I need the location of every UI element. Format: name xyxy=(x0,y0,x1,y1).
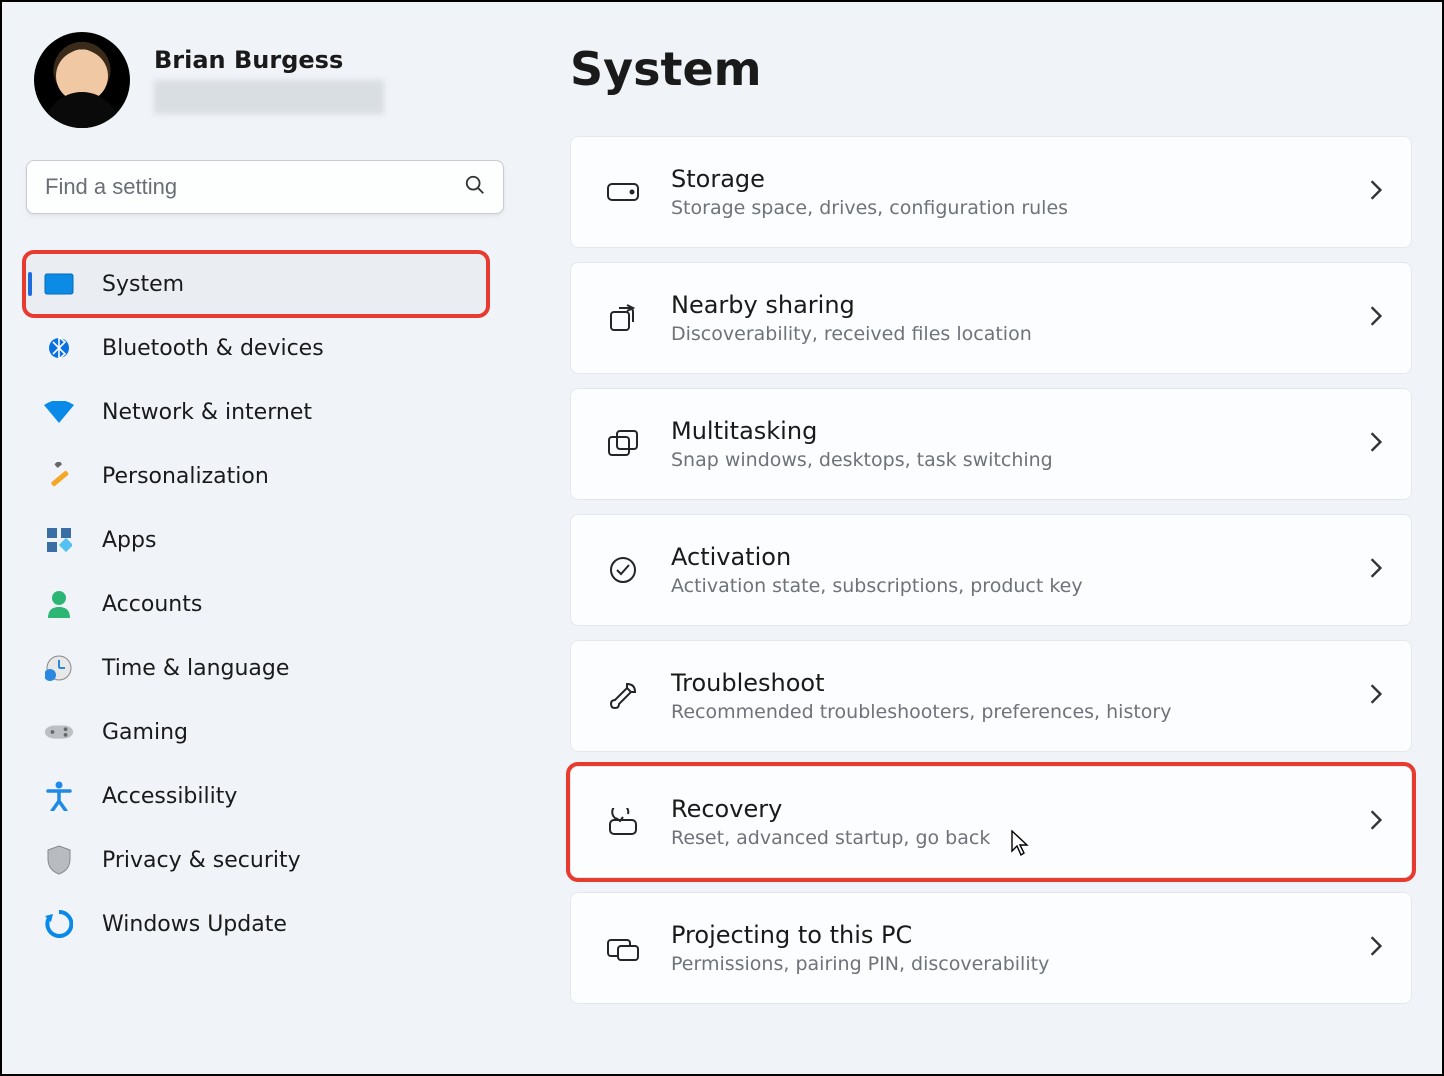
card-subtitle: Discoverability, received files location xyxy=(671,323,1339,345)
card-body: Activation Activation state, subscription… xyxy=(671,543,1339,597)
card-body: Troubleshoot Recommended troubleshooters,… xyxy=(671,669,1339,723)
personalize-icon xyxy=(44,461,74,491)
chevron-right-icon xyxy=(1369,557,1383,583)
sidebar-item-update[interactable]: Windows Update xyxy=(26,894,486,954)
sidebar-item-label: Accessibility xyxy=(102,784,237,809)
card-body: Projecting to this PC Permissions, pairin… xyxy=(671,921,1339,975)
card-nearby-sharing[interactable]: Nearby sharing Discoverability, received … xyxy=(570,262,1412,374)
avatar xyxy=(34,32,130,128)
sidebar-item-label: Bluetooth & devices xyxy=(102,336,324,361)
sidebar-item-label: Apps xyxy=(102,528,156,553)
sidebar-item-label: Privacy & security xyxy=(102,848,301,873)
sidebar-item-gaming[interactable]: Gaming xyxy=(26,702,486,762)
search-input[interactable] xyxy=(26,160,504,214)
page-title: System xyxy=(570,42,1412,96)
card-title: Nearby sharing xyxy=(671,291,1339,319)
chevron-right-icon xyxy=(1369,179,1383,205)
profile-name: Brian Burgess xyxy=(154,46,384,74)
card-activation[interactable]: Activation Activation state, subscription… xyxy=(570,514,1412,626)
card-troubleshoot[interactable]: Troubleshoot Recommended troubleshooters,… xyxy=(570,640,1412,752)
projecting-icon xyxy=(605,934,641,962)
search-field[interactable] xyxy=(26,160,504,214)
sidebar-item-label: Time & language xyxy=(102,656,289,681)
sidebar-item-label: System xyxy=(102,272,184,297)
nearby-sharing-icon xyxy=(605,302,641,334)
profile-email-redacted xyxy=(154,80,384,114)
sidebar-item-accessibility[interactable]: Accessibility xyxy=(26,766,486,826)
sidebar-item-label: Personalization xyxy=(102,464,269,489)
sidebar-item-bluetooth[interactable]: Bluetooth & devices xyxy=(26,318,486,378)
search-icon xyxy=(464,174,486,200)
nav-list: System Bluetooth & devices Network & inter… xyxy=(26,254,486,954)
sidebar-item-label: Accounts xyxy=(102,592,202,617)
chevron-right-icon xyxy=(1369,683,1383,709)
card-title: Activation xyxy=(671,543,1339,571)
sidebar-item-system[interactable]: System xyxy=(26,254,486,314)
accounts-icon xyxy=(44,589,74,619)
bluetooth-icon xyxy=(44,333,74,363)
update-icon xyxy=(44,909,74,939)
card-body: Nearby sharing Discoverability, received … xyxy=(671,291,1339,345)
multitasking-icon xyxy=(605,429,641,459)
system-icon xyxy=(44,269,74,299)
card-title: Recovery xyxy=(671,795,1339,823)
recovery-icon xyxy=(605,808,641,836)
card-subtitle: Recommended troubleshooters, preferences… xyxy=(671,701,1339,723)
card-title: Storage xyxy=(671,165,1339,193)
network-icon xyxy=(44,397,74,427)
card-multitasking[interactable]: Multitasking Snap windows, desktops, task… xyxy=(570,388,1412,500)
chevron-right-icon xyxy=(1369,809,1383,835)
card-subtitle: Permissions, pairing PIN, discoverabilit… xyxy=(671,953,1339,975)
sidebar-item-label: Network & internet xyxy=(102,400,312,425)
card-subtitle: Activation state, subscriptions, product… xyxy=(671,575,1339,597)
apps-icon xyxy=(44,525,74,555)
privacy-icon xyxy=(44,845,74,875)
card-projecting[interactable]: Projecting to this PC Permissions, pairin… xyxy=(570,892,1412,1004)
card-subtitle: Storage space, drives, configuration rul… xyxy=(671,197,1339,219)
storage-icon xyxy=(605,182,641,202)
card-body: Multitasking Snap windows, desktops, task… xyxy=(671,417,1339,471)
profile-block[interactable]: Brian Burgess xyxy=(26,32,486,128)
card-recovery[interactable]: Recovery Reset, advanced startup, go back xyxy=(570,766,1412,878)
card-title: Projecting to this PC xyxy=(671,921,1339,949)
sidebar-item-privacy[interactable]: Privacy & security xyxy=(26,830,486,890)
activation-icon xyxy=(605,555,641,585)
time-icon xyxy=(44,653,74,683)
sidebar-item-personalize[interactable]: Personalization xyxy=(26,446,486,506)
chevron-right-icon xyxy=(1369,305,1383,331)
sidebar-item-label: Windows Update xyxy=(102,912,287,937)
card-body: Recovery Reset, advanced startup, go back xyxy=(671,795,1339,849)
sidebar-item-network[interactable]: Network & internet xyxy=(26,382,486,442)
card-subtitle: Reset, advanced startup, go back xyxy=(671,827,1339,849)
sidebar-item-time[interactable]: Time & language xyxy=(26,638,486,698)
settings-card-list: Storage Storage space, drives, configurat… xyxy=(570,136,1412,1004)
main-content: System Storage Storage space, drives, con… xyxy=(510,2,1442,1074)
sidebar-item-apps[interactable]: Apps xyxy=(26,510,486,570)
gaming-icon xyxy=(44,717,74,747)
sidebar-item-label: Gaming xyxy=(102,720,188,745)
troubleshoot-icon xyxy=(605,680,641,712)
accessibility-icon xyxy=(44,781,74,811)
sidebar: Brian Burgess System Bluetooth & devices N… xyxy=(2,2,510,1074)
card-title: Multitasking xyxy=(671,417,1339,445)
card-subtitle: Snap windows, desktops, task switching xyxy=(671,449,1339,471)
card-title: Troubleshoot xyxy=(671,669,1339,697)
chevron-right-icon xyxy=(1369,935,1383,961)
card-body: Storage Storage space, drives, configurat… xyxy=(671,165,1339,219)
card-storage[interactable]: Storage Storage space, drives, configurat… xyxy=(570,136,1412,248)
sidebar-item-accounts[interactable]: Accounts xyxy=(26,574,486,634)
chevron-right-icon xyxy=(1369,431,1383,457)
